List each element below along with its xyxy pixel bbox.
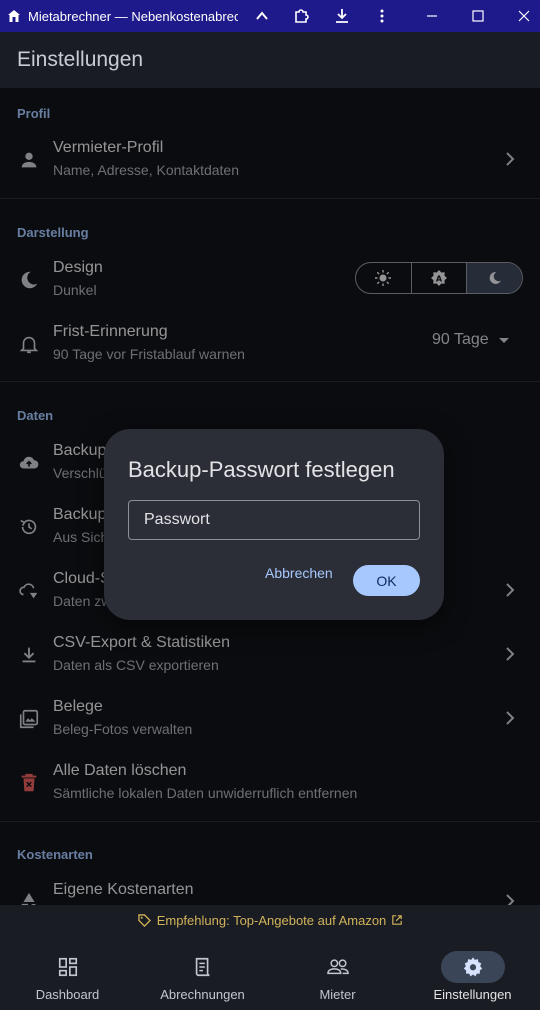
open-in-new-icon (392, 915, 403, 925)
gear-icon (440, 951, 505, 983)
minimize-icon[interactable] (412, 0, 452, 32)
dialog-title: Backup-Passwort festlegen (128, 457, 395, 482)
window-title: Mietabrechner — Nebenkostenabrec... (28, 8, 238, 24)
more-vert-icon[interactable] (362, 0, 402, 32)
window-titlebar: Mietabrechner — Nebenkostenabrec... (0, 0, 540, 32)
maximize-icon[interactable] (458, 0, 498, 32)
nav-label: Abrechnungen (160, 987, 245, 1002)
page-title: Einstellungen (17, 48, 144, 71)
home-icon (6, 8, 22, 24)
ok-button[interactable]: OK (353, 565, 420, 596)
nav-abrechnungen[interactable]: Abrechnungen (135, 935, 270, 1010)
top-app-bar: Einstellungen (0, 32, 540, 88)
download-icon[interactable] (322, 0, 362, 32)
dashboard-icon (36, 951, 100, 983)
nav-einstellungen[interactable]: Einstellungen (405, 935, 540, 1010)
bottom-navigation: Dashboard Abrechnungen Mieter Einstellun… (0, 935, 540, 1010)
nav-label: Dashboard (35, 987, 100, 1002)
promo-text: Empfehlung: Top-Angebote auf Amazon (156, 912, 387, 928)
nav-mieter[interactable]: Mieter (270, 935, 405, 1010)
nav-label: Einstellungen (433, 987, 512, 1002)
nav-label: Mieter (319, 987, 356, 1002)
receipt-icon (171, 951, 235, 983)
nav-dashboard[interactable]: Dashboard (0, 935, 135, 1010)
extension-icon[interactable] (282, 0, 322, 32)
chevron-up-icon[interactable] (242, 0, 282, 32)
backup-password-dialog: Backup-Passwort festlegen Abbrechen OK (104, 429, 444, 620)
password-input[interactable] (128, 500, 420, 540)
cancel-button[interactable]: Abbrechen (265, 565, 333, 581)
promo-banner[interactable]: Empfehlung: Top-Angebote auf Amazon (0, 905, 540, 935)
tag-icon (137, 913, 151, 927)
close-icon[interactable] (504, 0, 540, 32)
people-icon (306, 951, 370, 983)
